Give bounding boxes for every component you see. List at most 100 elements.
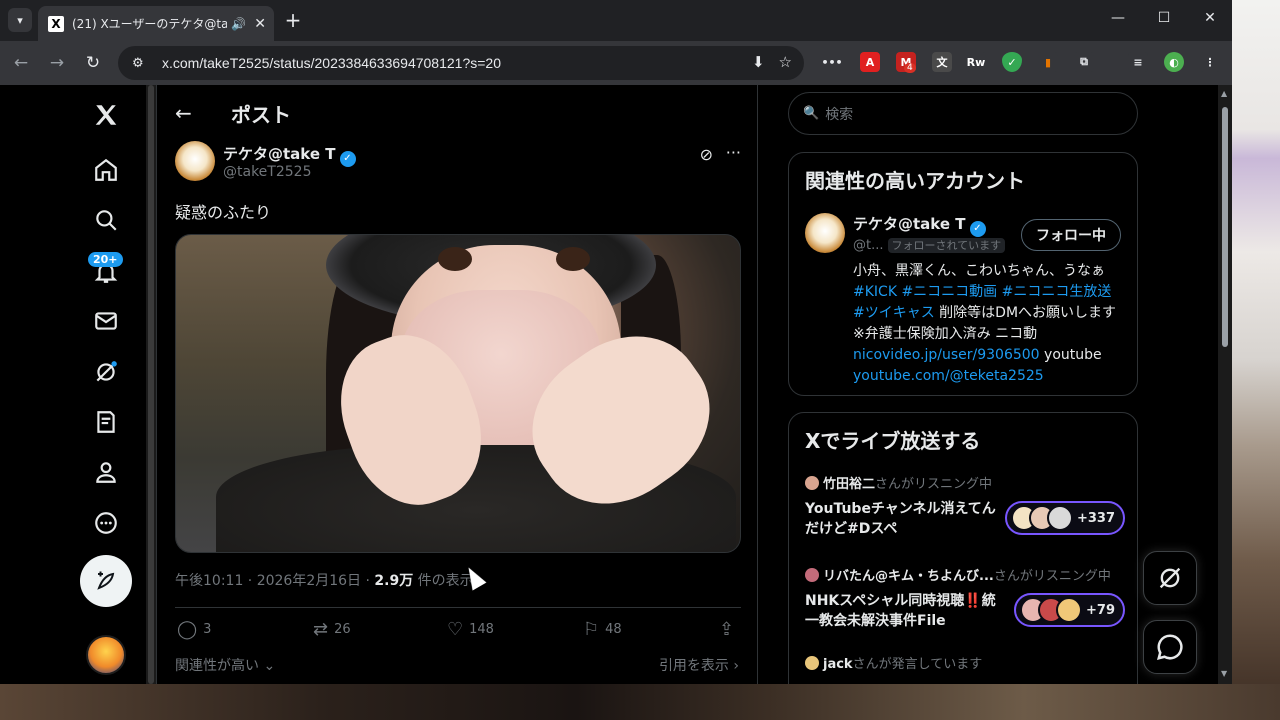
drafts-list-icon[interactable] <box>90 406 122 438</box>
right-scrollbar[interactable]: ▲ ▼ <box>1218 85 1232 684</box>
forward-icon[interactable]: → <box>46 52 68 74</box>
author-avatar[interactable] <box>175 141 215 181</box>
chevron-down-icon: ⌄ <box>259 658 276 674</box>
reply-bubble-icon: ◯ <box>177 619 198 640</box>
messages-fab-button[interactable] <box>1143 620 1197 674</box>
account-avatar[interactable] <box>86 635 126 675</box>
x-logo-icon[interactable] <box>90 99 122 131</box>
reload-icon[interactable]: ↻ <box>82 52 104 74</box>
back-icon[interactable]: ← <box>10 52 32 74</box>
related-name[interactable]: テケタ@take T <box>853 215 966 233</box>
notifications-badge: 20+ <box>88 252 123 267</box>
left-scrollbar-thumb[interactable] <box>148 85 154 684</box>
tab-search-button[interactable]: ▾ <box>8 8 32 32</box>
space-item[interactable]: jackさんが発言しています <box>805 653 1125 672</box>
space-title: YouTubeチャンネル消えてんだけど#Dスペ <box>805 501 996 537</box>
grok-icon <box>1159 567 1181 589</box>
feather-plus-icon <box>97 571 115 590</box>
back-arrow-icon[interactable]: ← <box>175 101 192 125</box>
puzzle-extensions-icon[interactable]: ⧉ <box>1074 52 1094 72</box>
home-icon[interactable] <box>90 154 122 186</box>
address-bar[interactable]: ⚙ x.com/takeT2525/status/202338463369470… <box>118 46 804 80</box>
extension-badge: 4 <box>904 63 916 73</box>
divider <box>175 607 741 608</box>
repost-button[interactable]: ⇄ 26 <box>313 619 351 640</box>
main-column: ← ポスト テケタ@take T ✓ @takeT2525 ⊘ ··· 疑惑のふた… <box>156 85 758 684</box>
scroll-up-icon[interactable]: ▲ <box>1221 89 1227 98</box>
related-bio: 小舟、黒澤くん、こわいちゃん、うなぁ #KICK #ニコニコ動画 #ニコニコ生放… <box>853 261 1123 387</box>
hashtag-link[interactable]: #ニコニコ動画 <box>901 284 997 300</box>
new-tab-button[interactable]: + <box>282 8 304 32</box>
related-name-row[interactable]: テケタ@take T ✓ <box>853 213 986 237</box>
bio-link[interactable]: nicovideo.jp/user/9306500 <box>853 347 1040 363</box>
post-media-video[interactable] <box>175 234 741 553</box>
following-button[interactable]: フォロー中 <box>1021 219 1121 251</box>
grok-explain-icon[interactable]: ⊘ <box>700 145 713 164</box>
bottle-extension-icon[interactable]: ▮ <box>1038 52 1058 72</box>
related-handle[interactable]: @t... <box>853 238 884 253</box>
search-input[interactable]: 🔍 検索 <box>788 92 1138 135</box>
space-host-row: 竹田裕二さんがリスニング中 <box>805 473 1125 492</box>
hashtag-link[interactable]: #ニコニコ生放送 <box>1002 284 1112 300</box>
listeners-pill[interactable]: +337 <box>1004 501 1125 535</box>
profile-avatar-icon[interactable]: ◐ <box>1164 52 1184 72</box>
pdf-extension-icon[interactable]: A <box>860 52 880 72</box>
scroll-down-icon[interactable]: ▼ <box>1221 669 1227 678</box>
bio-text: youtube <box>1039 347 1102 363</box>
grok-fab-button[interactable] <box>1143 551 1197 605</box>
bookmark-button[interactable]: ⚐ 48 <box>583 619 622 640</box>
space-item[interactable]: 竹田裕二さんがリスニング中 YouTubeチャンネル消えてんだけど#Dスペ +3… <box>805 473 1125 537</box>
share-button[interactable]: ⇪ <box>719 619 734 640</box>
minimize-icon[interactable]: — <box>1108 10 1128 26</box>
browser-window: ▾ X (21) Xユーザーのテケタ@take T 🔊 ✕ + — ☐ ✕ ← … <box>0 0 1232 684</box>
shield-extension-icon[interactable]: ✓ <box>1002 52 1022 72</box>
bio-link[interactable]: youtube.com/@teketa2525 <box>853 368 1044 384</box>
site-info-icon[interactable]: ⚙ <box>132 56 150 71</box>
like-button[interactable]: ♡ 148 <box>447 619 494 640</box>
related-avatar[interactable] <box>805 213 845 253</box>
media-eye-left <box>438 247 472 271</box>
author-handle[interactable]: @takeT2525 <box>223 164 311 180</box>
explore-search-icon[interactable] <box>90 204 122 236</box>
translate-extension-icon[interactable]: 文 <box>932 52 952 72</box>
grok-icon[interactable] <box>90 356 122 388</box>
media-control-icon[interactable]: ≡ <box>1128 52 1148 72</box>
active-tab[interactable]: X (21) Xユーザーのテケタ@take T 🔊 ✕ <box>38 6 274 41</box>
right-scrollbar-thumb[interactable] <box>1222 107 1228 347</box>
space-title: NHKスペシャル同時視聴‼️統一教会未解決事件File <box>805 593 996 629</box>
browser-menu-icon[interactable]: ⋮ <box>1200 52 1220 72</box>
post-time[interactable]: 午後10:11 · 2026年2月16日 · <box>175 573 374 589</box>
rw-extension-icon[interactable]: Rw <box>966 52 986 72</box>
space-host-row: jackさんが発言しています <box>805 653 1125 672</box>
compose-post-button[interactable] <box>80 555 132 607</box>
repost-icon: ⇄ <box>313 619 329 640</box>
more-options-icon[interactable]: ··· <box>726 143 741 162</box>
space-host: jack <box>823 657 853 672</box>
post-author: テケタ@take T ✓ @takeT2525 ⊘ ··· <box>175 141 741 189</box>
messages-envelope-icon[interactable] <box>90 305 122 337</box>
bookmark-icon: ⚐ <box>583 619 600 640</box>
view-quotes-link[interactable]: 引用を表示 › <box>659 655 739 675</box>
chevron-right-icon: › <box>728 658 739 674</box>
hashtag-link[interactable]: #ツイキャス <box>853 305 935 321</box>
listener-count: +79 <box>1086 602 1115 618</box>
space-item[interactable]: リバたん@キム・ちよんび...さんがリスニング中 NHKスペシャル同時視聴‼️統… <box>805 565 1125 629</box>
extensions-overflow-icon[interactable]: ••• <box>821 52 842 72</box>
bookmark-star-icon[interactable]: ☆ <box>779 53 792 71</box>
window-close-icon[interactable]: ✕ <box>1200 10 1220 26</box>
hashtag-link[interactable]: #KICK <box>853 284 897 300</box>
verified-badge-icon: ✓ <box>969 221 986 237</box>
install-app-icon[interactable]: ⬇ <box>752 53 765 71</box>
relevance-sort[interactable]: 関連性が高い ⌄ <box>175 658 275 674</box>
reply-button[interactable]: ◯ 3 <box>177 619 211 640</box>
left-scrollbar[interactable] <box>146 85 156 684</box>
maximize-icon[interactable]: ☐ <box>1154 10 1174 26</box>
profile-person-icon[interactable] <box>90 456 122 488</box>
related-accounts-title: 関連性の高いアカウント <box>805 169 1025 193</box>
listeners-pill[interactable]: +79 <box>1014 593 1125 627</box>
more-circle-icon[interactable] <box>90 507 122 539</box>
speaker-icon[interactable]: 🔊 <box>231 17 246 31</box>
author-name[interactable]: テケタ@take T <box>223 145 336 163</box>
close-tab-icon[interactable]: ✕ <box>254 16 266 32</box>
page-title: ポスト <box>231 103 291 127</box>
